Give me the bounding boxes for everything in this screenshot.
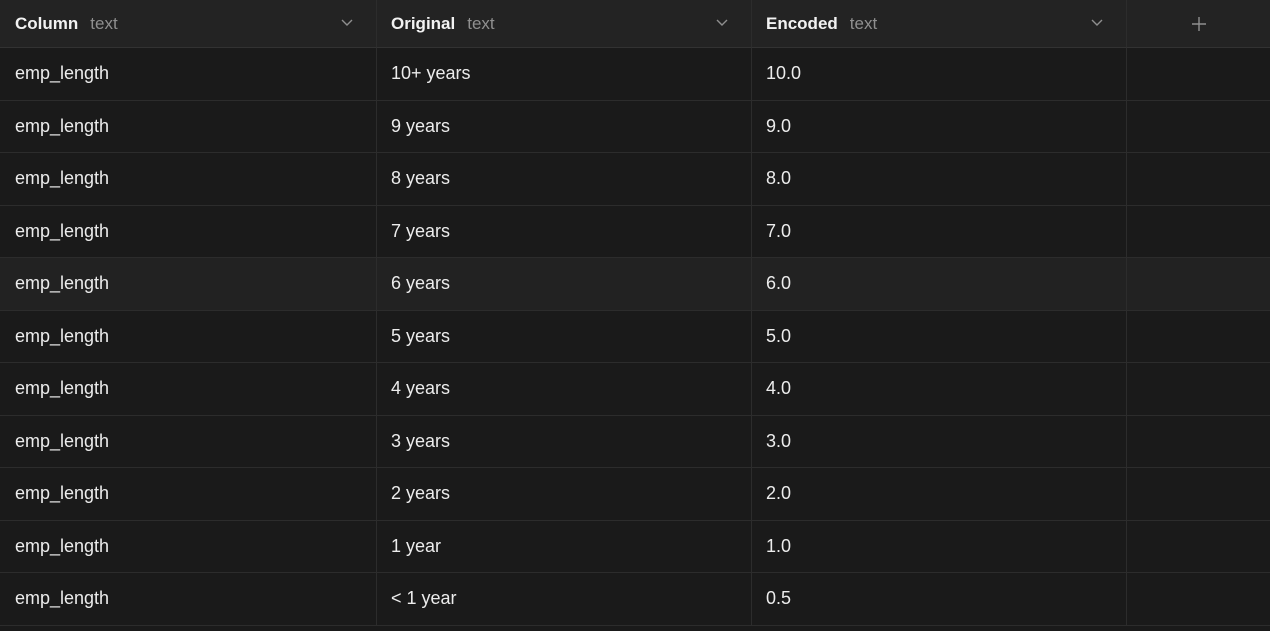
cell-encoded[interactable]: 8.0 bbox=[752, 153, 1127, 206]
cell-encoded[interactable]: 7.0 bbox=[752, 205, 1127, 258]
plus-icon bbox=[1191, 16, 1206, 31]
cell-encoded[interactable]: 9.0 bbox=[752, 100, 1127, 153]
cell-empty[interactable] bbox=[1127, 416, 1270, 468]
chevron-down-icon[interactable] bbox=[715, 15, 729, 29]
data-table: Column text Original text Encoded text e… bbox=[0, 0, 1270, 631]
cell-encoded[interactable]: 2.0 bbox=[752, 468, 1127, 521]
cell-original[interactable]: 1 year bbox=[377, 520, 752, 573]
cell-encoded[interactable]: 3.0 bbox=[752, 415, 1127, 468]
cell-column[interactable]: emp_length bbox=[0, 205, 377, 258]
cell-original[interactable]: < 1 year bbox=[377, 573, 752, 626]
cell-encoded[interactable]: 6.0 bbox=[752, 258, 1127, 311]
cell-empty[interactable] bbox=[1127, 521, 1270, 573]
cell-original[interactable]: 3 years bbox=[377, 415, 752, 468]
column-header-type: text bbox=[90, 13, 118, 33]
cell-column[interactable]: emp_length bbox=[0, 520, 377, 573]
cell-empty[interactable] bbox=[1127, 153, 1270, 206]
cell-original[interactable]: 8 years bbox=[377, 153, 752, 206]
cell-empty[interactable] bbox=[1127, 101, 1270, 153]
cell-column[interactable]: emp_length bbox=[0, 573, 377, 626]
cell-empty[interactable] bbox=[1127, 311, 1270, 363]
column-header-name: Original bbox=[391, 13, 456, 33]
cell-encoded[interactable]: 10.0 bbox=[752, 48, 1127, 101]
cell-column[interactable]: emp_length bbox=[0, 258, 377, 311]
column-header-encoded[interactable]: Encoded text bbox=[752, 0, 1127, 48]
cell-empty[interactable] bbox=[1127, 573, 1270, 626]
cell-column[interactable]: emp_length bbox=[0, 153, 377, 206]
column-header-type: text bbox=[849, 13, 878, 33]
cell-column[interactable]: emp_length bbox=[0, 468, 377, 521]
column-header-name: Encoded bbox=[766, 13, 838, 33]
cell-original[interactable]: 5 years bbox=[377, 310, 752, 363]
add-column-button[interactable] bbox=[1127, 0, 1270, 48]
cell-original[interactable]: 2 years bbox=[377, 468, 752, 521]
cell-empty[interactable] bbox=[1127, 258, 1270, 311]
column-header-column[interactable]: Column text bbox=[0, 0, 377, 48]
column-header-type: text bbox=[467, 13, 495, 33]
cell-encoded[interactable]: 4.0 bbox=[752, 363, 1127, 416]
cell-encoded[interactable]: 5.0 bbox=[752, 310, 1127, 363]
cell-empty[interactable] bbox=[1127, 363, 1270, 416]
cell-original[interactable]: 6 years bbox=[377, 258, 752, 311]
cell-original[interactable]: 10+ years bbox=[377, 48, 752, 101]
cell-column[interactable]: emp_length bbox=[0, 310, 377, 363]
cell-original[interactable]: 7 years bbox=[377, 205, 752, 258]
cell-column[interactable]: emp_length bbox=[0, 363, 377, 416]
cell-empty[interactable] bbox=[1127, 48, 1270, 101]
cell-column[interactable]: emp_length bbox=[0, 100, 377, 153]
cell-original[interactable]: 9 years bbox=[377, 100, 752, 153]
cell-column[interactable]: emp_length bbox=[0, 48, 377, 101]
column-header-name: Column bbox=[15, 13, 79, 33]
cell-original[interactable]: 4 years bbox=[377, 363, 752, 416]
column-header-original[interactable]: Original text bbox=[377, 0, 752, 48]
cell-column[interactable]: emp_length bbox=[0, 415, 377, 468]
chevron-down-icon[interactable] bbox=[340, 15, 354, 29]
cell-empty[interactable] bbox=[1127, 206, 1270, 258]
cell-encoded[interactable]: 1.0 bbox=[752, 520, 1127, 573]
chevron-down-icon[interactable] bbox=[1090, 15, 1104, 29]
cell-encoded[interactable]: 0.5 bbox=[752, 573, 1127, 626]
cell-empty[interactable] bbox=[1127, 468, 1270, 521]
